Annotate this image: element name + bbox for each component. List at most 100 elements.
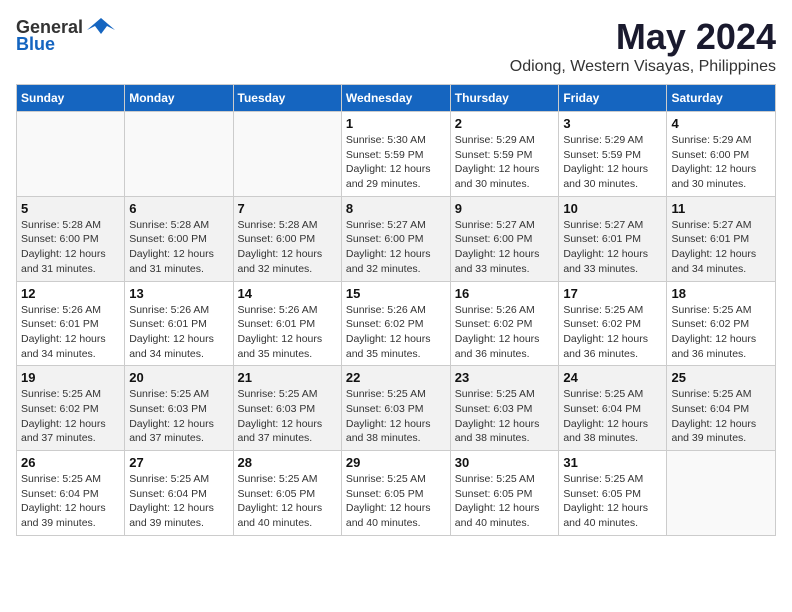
day-number: 5 <box>21 201 120 216</box>
calendar-cell: 12 Sunrise: 5:26 AMSunset: 6:01 PMDayligh… <box>17 281 125 366</box>
calendar-cell: 22 Sunrise: 5:25 AMSunset: 6:03 PMDayligh… <box>341 366 450 451</box>
day-number: 28 <box>238 455 337 470</box>
calendar-cell: 2 Sunrise: 5:29 AMSunset: 5:59 PMDaylight… <box>450 112 559 197</box>
calendar-cell: 10 Sunrise: 5:27 AMSunset: 6:01 PMDayligh… <box>559 196 667 281</box>
day-info: Sunrise: 5:27 AMSunset: 6:00 PMDaylight:… <box>455 218 555 277</box>
day-number: 18 <box>671 286 771 301</box>
day-info: Sunrise: 5:27 AMSunset: 6:00 PMDaylight:… <box>346 218 446 277</box>
calendar-cell: 16 Sunrise: 5:26 AMSunset: 6:02 PMDayligh… <box>450 281 559 366</box>
calendar-cell: 5 Sunrise: 5:28 AMSunset: 6:00 PMDaylight… <box>17 196 125 281</box>
calendar-cell: 31Sunrise: 5:25 AMSunset: 6:05 PMDayligh… <box>559 451 667 536</box>
day-number: 17 <box>563 286 662 301</box>
day-number: 13 <box>129 286 228 301</box>
calendar-cell: 30 Sunrise: 5:25 AMSunset: 6:05 PMDayligh… <box>450 451 559 536</box>
weekday-header-monday: Monday <box>125 85 233 112</box>
weekday-header-tuesday: Tuesday <box>233 85 341 112</box>
day-info: Sunrise: 5:25 AMSunset: 6:03 PMDaylight:… <box>346 387 446 446</box>
day-info: Sunrise: 5:25 AMSunset: 6:05 PMDaylight:… <box>455 472 555 531</box>
day-info: Sunrise: 5:26 AMSunset: 6:01 PMDaylight:… <box>21 303 120 362</box>
day-number: 12 <box>21 286 120 301</box>
calendar-cell: 9 Sunrise: 5:27 AMSunset: 6:00 PMDaylight… <box>450 196 559 281</box>
weekday-header-thursday: Thursday <box>450 85 559 112</box>
day-info: Sunrise: 5:25 AMSunset: 6:04 PMDaylight:… <box>563 387 662 446</box>
day-number: 10 <box>563 201 662 216</box>
day-info: Sunrise: 5:25 AMSunset: 6:03 PMDaylight:… <box>455 387 555 446</box>
day-info: Sunrise: 5:25 AMSunset: 6:02 PMDaylight:… <box>21 387 120 446</box>
logo: General Blue <box>16 16 115 55</box>
day-info: Sunrise: 5:26 AMSunset: 6:02 PMDaylight:… <box>346 303 446 362</box>
day-number: 29 <box>346 455 446 470</box>
logo-blue-text: Blue <box>16 34 55 55</box>
day-number: 21 <box>238 370 337 385</box>
calendar-cell: 17 Sunrise: 5:25 AMSunset: 6:02 PMDayligh… <box>559 281 667 366</box>
day-info: Sunrise: 5:29 AMSunset: 5:59 PMDaylight:… <box>455 133 555 192</box>
calendar-cell: 21 Sunrise: 5:25 AMSunset: 6:03 PMDayligh… <box>233 366 341 451</box>
calendar-cell: 3 Sunrise: 5:29 AMSunset: 5:59 PMDaylight… <box>559 112 667 197</box>
day-info: Sunrise: 5:28 AMSunset: 6:00 PMDaylight:… <box>129 218 228 277</box>
day-number: 3 <box>563 116 662 131</box>
calendar-cell: 23 Sunrise: 5:25 AMSunset: 6:03 PMDayligh… <box>450 366 559 451</box>
calendar-cell: 14 Sunrise: 5:26 AMSunset: 6:01 PMDayligh… <box>233 281 341 366</box>
day-number: 22 <box>346 370 446 385</box>
day-info: Sunrise: 5:25 AMSunset: 6:05 PMDaylight:… <box>238 472 337 531</box>
header: General Blue May 2024 Odiong, Western Vi… <box>16 16 776 76</box>
calendar-cell <box>667 451 776 536</box>
day-info: Sunrise: 5:25 AMSunset: 6:02 PMDaylight:… <box>563 303 662 362</box>
day-number: 6 <box>129 201 228 216</box>
calendar-cell <box>125 112 233 197</box>
day-number: 19 <box>21 370 120 385</box>
day-info: Sunrise: 5:25 AMSunset: 6:05 PMDaylight:… <box>563 472 662 531</box>
day-number: 25 <box>671 370 771 385</box>
day-number: 9 <box>455 201 555 216</box>
weekday-header-saturday: Saturday <box>667 85 776 112</box>
calendar-cell: 20 Sunrise: 5:25 AMSunset: 6:03 PMDayligh… <box>125 366 233 451</box>
day-number: 2 <box>455 116 555 131</box>
day-info: Sunrise: 5:25 AMSunset: 6:04 PMDaylight:… <box>21 472 120 531</box>
calendar-cell: 27 Sunrise: 5:25 AMSunset: 6:04 PMDayligh… <box>125 451 233 536</box>
location-title: Odiong, Western Visayas, Philippines <box>510 58 776 76</box>
day-info: Sunrise: 5:25 AMSunset: 6:03 PMDaylight:… <box>238 387 337 446</box>
day-info: Sunrise: 5:25 AMSunset: 6:04 PMDaylight:… <box>671 387 771 446</box>
day-number: 15 <box>346 286 446 301</box>
day-info: Sunrise: 5:26 AMSunset: 6:02 PMDaylight:… <box>455 303 555 362</box>
day-number: 20 <box>129 370 228 385</box>
day-info: Sunrise: 5:25 AMSunset: 6:03 PMDaylight:… <box>129 387 228 446</box>
day-number: 24 <box>563 370 662 385</box>
month-title: May 2024 <box>510 16 776 58</box>
day-info: Sunrise: 5:25 AMSunset: 6:04 PMDaylight:… <box>129 472 228 531</box>
day-number: 11 <box>671 201 771 216</box>
calendar-table: SundayMondayTuesdayWednesdayThursdayFrid… <box>16 84 776 536</box>
day-number: 23 <box>455 370 555 385</box>
weekday-header-wednesday: Wednesday <box>341 85 450 112</box>
day-number: 4 <box>671 116 771 131</box>
logo-bird-icon <box>87 16 115 38</box>
day-number: 14 <box>238 286 337 301</box>
day-number: 30 <box>455 455 555 470</box>
calendar-cell: 26 Sunrise: 5:25 AMSunset: 6:04 PMDayligh… <box>17 451 125 536</box>
calendar-cell: 7Sunrise: 5:28 AMSunset: 6:00 PMDaylight… <box>233 196 341 281</box>
weekday-header-friday: Friday <box>559 85 667 112</box>
day-number: 26 <box>21 455 120 470</box>
day-info: Sunrise: 5:26 AMSunset: 6:01 PMDaylight:… <box>129 303 228 362</box>
day-number: 27 <box>129 455 228 470</box>
day-info: Sunrise: 5:25 AMSunset: 6:02 PMDaylight:… <box>671 303 771 362</box>
day-info: Sunrise: 5:27 AMSunset: 6:01 PMDaylight:… <box>563 218 662 277</box>
calendar-cell: 11 Sunrise: 5:27 AMSunset: 6:01 PMDayligh… <box>667 196 776 281</box>
calendar-cell: 1Sunrise: 5:30 AMSunset: 5:59 PMDaylight… <box>341 112 450 197</box>
calendar-cell: 25 Sunrise: 5:25 AMSunset: 6:04 PMDayligh… <box>667 366 776 451</box>
calendar-cell: 24 Sunrise: 5:25 AMSunset: 6:04 PMDayligh… <box>559 366 667 451</box>
day-info: Sunrise: 5:26 AMSunset: 6:01 PMDaylight:… <box>238 303 337 362</box>
calendar-cell <box>17 112 125 197</box>
day-info: Sunrise: 5:27 AMSunset: 6:01 PMDaylight:… <box>671 218 771 277</box>
day-info: Sunrise: 5:30 AMSunset: 5:59 PMDaylight:… <box>346 133 446 192</box>
day-info: Sunrise: 5:25 AMSunset: 6:05 PMDaylight:… <box>346 472 446 531</box>
calendar-cell <box>233 112 341 197</box>
calendar-cell: 8 Sunrise: 5:27 AMSunset: 6:00 PMDaylight… <box>341 196 450 281</box>
day-info: Sunrise: 5:28 AMSunset: 6:00 PMDaylight:… <box>21 218 120 277</box>
day-number: 16 <box>455 286 555 301</box>
calendar-cell: 6 Sunrise: 5:28 AMSunset: 6:00 PMDaylight… <box>125 196 233 281</box>
day-number: 8 <box>346 201 446 216</box>
calendar-cell: 19 Sunrise: 5:25 AMSunset: 6:02 PMDayligh… <box>17 366 125 451</box>
calendar-cell: 29 Sunrise: 5:25 AMSunset: 6:05 PMDayligh… <box>341 451 450 536</box>
day-info: Sunrise: 5:29 AMSunset: 5:59 PMDaylight:… <box>563 133 662 192</box>
